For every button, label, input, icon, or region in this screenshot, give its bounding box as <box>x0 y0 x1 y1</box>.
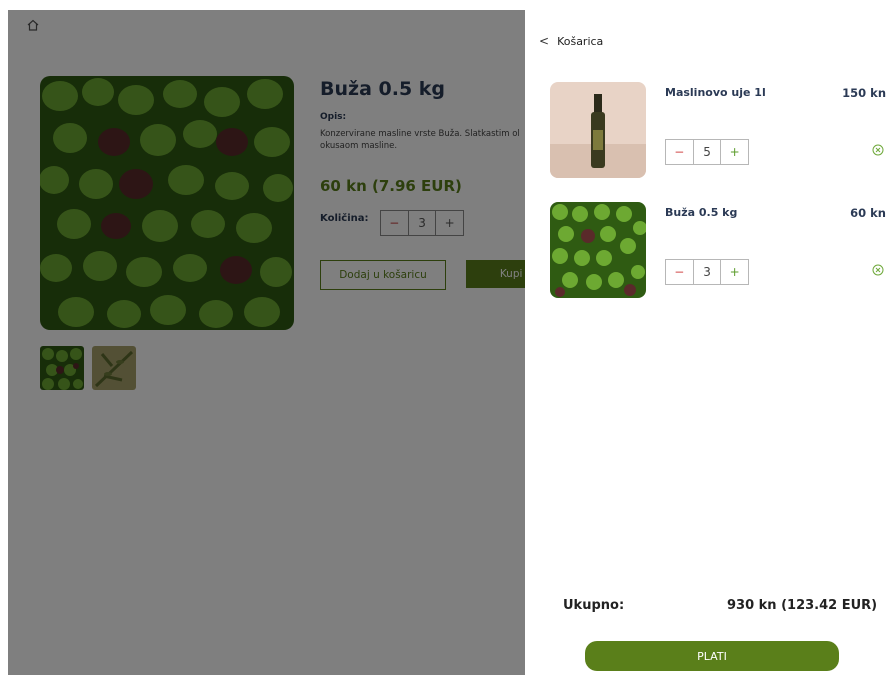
cart-item: Maslinovo uje 1l 150 kn − 5 + <box>525 82 888 182</box>
dim-overlay[interactable] <box>8 10 525 675</box>
decrease-button[interactable]: − <box>666 260 693 284</box>
remove-icon[interactable] <box>872 144 884 156</box>
increase-button[interactable]: + <box>721 260 748 284</box>
item-price: 150 kn <box>842 86 886 100</box>
product-page: Buža 0.5 kg Opis: Konzervirane masline v… <box>8 10 525 675</box>
chevron-left-icon[interactable]: < <box>539 34 549 48</box>
item-name: Buža 0.5 kg <box>665 206 738 219</box>
remove-icon[interactable] <box>872 264 884 276</box>
cart-panel: < Košarica Maslinovo uje 1l 150 kn − 5 + <box>525 0 888 675</box>
total-value: 930 kn (123.42 EUR) <box>727 598 878 613</box>
pay-button[interactable]: PLATI <box>585 641 839 671</box>
left-edge <box>0 0 8 675</box>
item-price: 60 kn <box>850 206 886 220</box>
cart-title: Košarica <box>557 34 604 48</box>
total-label: Ukupno: <box>563 598 625 613</box>
item-image-olive-oil <box>550 82 646 178</box>
quantity-stepper: − 3 + <box>665 259 749 285</box>
quantity-stepper: − 5 + <box>665 139 749 165</box>
cart-item: Buža 0.5 kg 60 kn − 3 + <box>525 202 888 302</box>
item-image-olives <box>550 202 646 298</box>
quantity-value[interactable]: 5 <box>692 140 722 164</box>
cart-header[interactable]: < Košarica <box>539 34 603 48</box>
increase-button[interactable]: + <box>721 140 748 164</box>
quantity-value[interactable]: 3 <box>692 260 722 284</box>
item-name: Maslinovo uje 1l <box>665 86 766 99</box>
decrease-button[interactable]: − <box>666 140 693 164</box>
